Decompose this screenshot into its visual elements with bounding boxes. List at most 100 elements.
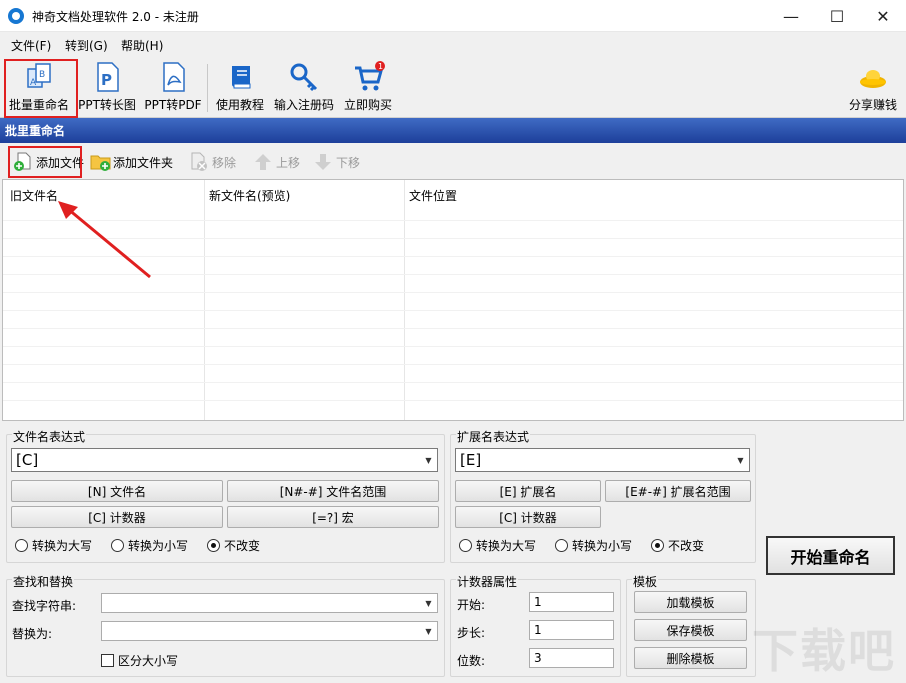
cart-badge: 1 — [378, 62, 383, 71]
radio-label: 不改变 — [668, 539, 705, 553]
chevron-down-icon[interactable]: ▼ — [420, 449, 437, 471]
radio-dot-selected — [651, 539, 664, 552]
move-down-button[interactable]: 下移 — [313, 152, 360, 172]
extension-lowercase-radio[interactable]: 转换为小写 — [555, 537, 632, 554]
app-logo-icon — [8, 8, 24, 24]
tool-buy-now[interactable]: 1 立即购买 — [341, 60, 395, 116]
extension-expression-value: [E] — [460, 451, 482, 469]
add-folder-icon — [90, 152, 111, 172]
gold-ingot-icon — [856, 60, 890, 94]
arrow-down-icon — [313, 152, 333, 172]
column-new-name[interactable]: 新文件名(预览) — [209, 187, 290, 204]
cart-icon: 1 — [351, 60, 385, 94]
tool-label: 分享赚钱 — [848, 98, 897, 112]
extension-uppercase-radio[interactable]: 转换为大写 — [459, 537, 536, 554]
counter-step-input[interactable]: 1 — [529, 620, 614, 640]
menu-file[interactable]: 文件(F) — [11, 37, 51, 54]
insert-extension-button[interactable]: [E] 扩展名 — [455, 480, 601, 502]
filename-lowercase-radio[interactable]: 转换为小写 — [111, 537, 188, 554]
tool-share[interactable]: 分享赚钱 — [846, 60, 900, 116]
chevron-down-icon[interactable]: ▼ — [420, 594, 437, 612]
find-string-input[interactable]: ▼ — [101, 593, 438, 613]
insert-counter-button[interactable]: [C] 计数器 — [11, 506, 223, 528]
chevron-down-icon[interactable]: ▼ — [420, 622, 437, 640]
highlight-box-add-file — [8, 146, 82, 178]
find-replace-label: 查找和替换 — [12, 573, 75, 590]
minimize-button[interactable]: — — [768, 0, 814, 32]
tool-ppt-pdf[interactable]: PPT转PDF — [143, 60, 203, 116]
case-sensitive-checkbox[interactable]: 区分大小写 — [101, 652, 178, 669]
svg-text:P: P — [101, 71, 112, 89]
radio-dot-selected — [207, 539, 220, 552]
move-down-label: 下移 — [336, 155, 361, 170]
column-location[interactable]: 文件位置 — [409, 187, 457, 204]
tool-label: 输入注册码 — [273, 98, 334, 112]
chevron-down-icon[interactable]: ▼ — [732, 449, 749, 471]
row-divider — [3, 310, 903, 311]
toolbar-divider — [207, 64, 208, 112]
insert-filename-button[interactable]: [N] 文件名 — [11, 480, 223, 502]
title-bar: 神奇文档处理软件 2.0 - 未注册 — ☐ ✕ — [0, 0, 906, 32]
column-divider — [404, 180, 405, 420]
panel-title: 批里重命名 — [0, 118, 906, 143]
save-template-button[interactable]: 保存模板 — [634, 619, 747, 641]
counter-label: 计数器属性 — [456, 573, 519, 590]
filename-expression-value: [C] — [16, 451, 39, 469]
extension-unchanged-radio[interactable]: 不改变 — [651, 537, 704, 554]
tool-label: 立即购买 — [343, 98, 392, 112]
replace-with-input[interactable]: ▼ — [101, 621, 438, 641]
insert-filename-range-button[interactable]: [N#-#] 文件名范围 — [227, 480, 439, 502]
add-folder-label: 添加文件夹 — [113, 155, 174, 170]
menu-goto[interactable]: 转到(G) — [65, 37, 108, 54]
tool-register[interactable]: 输入注册码 — [271, 60, 337, 116]
counter-digits-input[interactable]: 3 — [529, 648, 614, 668]
window-title: 神奇文档处理软件 2.0 - 未注册 — [32, 10, 199, 24]
insert-extension-range-button[interactable]: [E#-#] 扩展名范围 — [605, 480, 751, 502]
ppt-long-image-icon: P — [90, 60, 124, 94]
counter-digits-label: 位数: — [457, 654, 486, 668]
remove-button[interactable]: 移除 — [189, 152, 236, 172]
ppt-pdf-icon — [156, 60, 190, 94]
checkbox-box — [101, 654, 114, 667]
row-divider — [3, 364, 903, 365]
highlight-box-batch-rename — [4, 59, 78, 118]
extension-expression-combo[interactable]: [E] ▼ — [455, 448, 750, 472]
annotation-arrow — [58, 201, 151, 279]
radio-label: 转换为小写 — [572, 539, 633, 553]
filename-uppercase-radio[interactable]: 转换为大写 — [15, 537, 92, 554]
action-bar: 添加文件 添加文件夹 移除 上移 下移 — [0, 143, 906, 179]
load-template-button[interactable]: 加载模板 — [634, 591, 747, 613]
radio-dot — [459, 539, 472, 552]
move-up-button[interactable]: 上移 — [253, 152, 300, 172]
case-sensitive-label: 区分大小写 — [118, 654, 179, 668]
tool-label: PPT转PDF — [144, 98, 202, 112]
row-divider — [3, 292, 903, 293]
maximize-button[interactable]: ☐ — [814, 0, 860, 32]
extension-expression-label: 扩展名表达式 — [456, 428, 531, 445]
watermark-logo: 下载吧 — [752, 624, 896, 678]
menu-bar: 文件(F) 转到(G) 帮助(H) — [0, 32, 906, 56]
filename-expression-combo[interactable]: [C] ▼ — [11, 448, 438, 472]
tool-tutorial[interactable]: 使用教程 — [213, 60, 267, 116]
close-button[interactable]: ✕ — [860, 0, 906, 32]
replace-with-label: 替换为: — [12, 627, 53, 641]
find-string-label: 查找字符串: — [12, 599, 77, 613]
delete-template-button[interactable]: 删除模板 — [634, 647, 747, 669]
arrow-up-icon — [253, 152, 273, 172]
add-folder-button[interactable]: 添加文件夹 — [90, 152, 173, 172]
radio-dot — [555, 539, 568, 552]
filename-expression-label: 文件名表达式 — [12, 428, 87, 445]
radio-label: 不改变 — [224, 539, 261, 553]
row-divider — [3, 400, 903, 401]
counter-start-label: 开始: — [457, 598, 486, 612]
menu-help[interactable]: 帮助(H) — [121, 37, 163, 54]
insert-macro-button[interactable]: [=?] 宏 — [227, 506, 439, 528]
tool-ppt-long-image[interactable]: P PPT转长图 — [76, 60, 138, 116]
key-icon — [287, 60, 321, 94]
start-rename-button[interactable]: 开始重命名 — [766, 536, 895, 575]
radio-label: 转换为大写 — [32, 539, 93, 553]
filename-unchanged-radio[interactable]: 不改变 — [207, 537, 260, 554]
radio-label: 转换为大写 — [476, 539, 537, 553]
counter-start-input[interactable]: 1 — [529, 592, 614, 612]
insert-ext-counter-button[interactable]: [C] 计数器 — [455, 506, 601, 528]
